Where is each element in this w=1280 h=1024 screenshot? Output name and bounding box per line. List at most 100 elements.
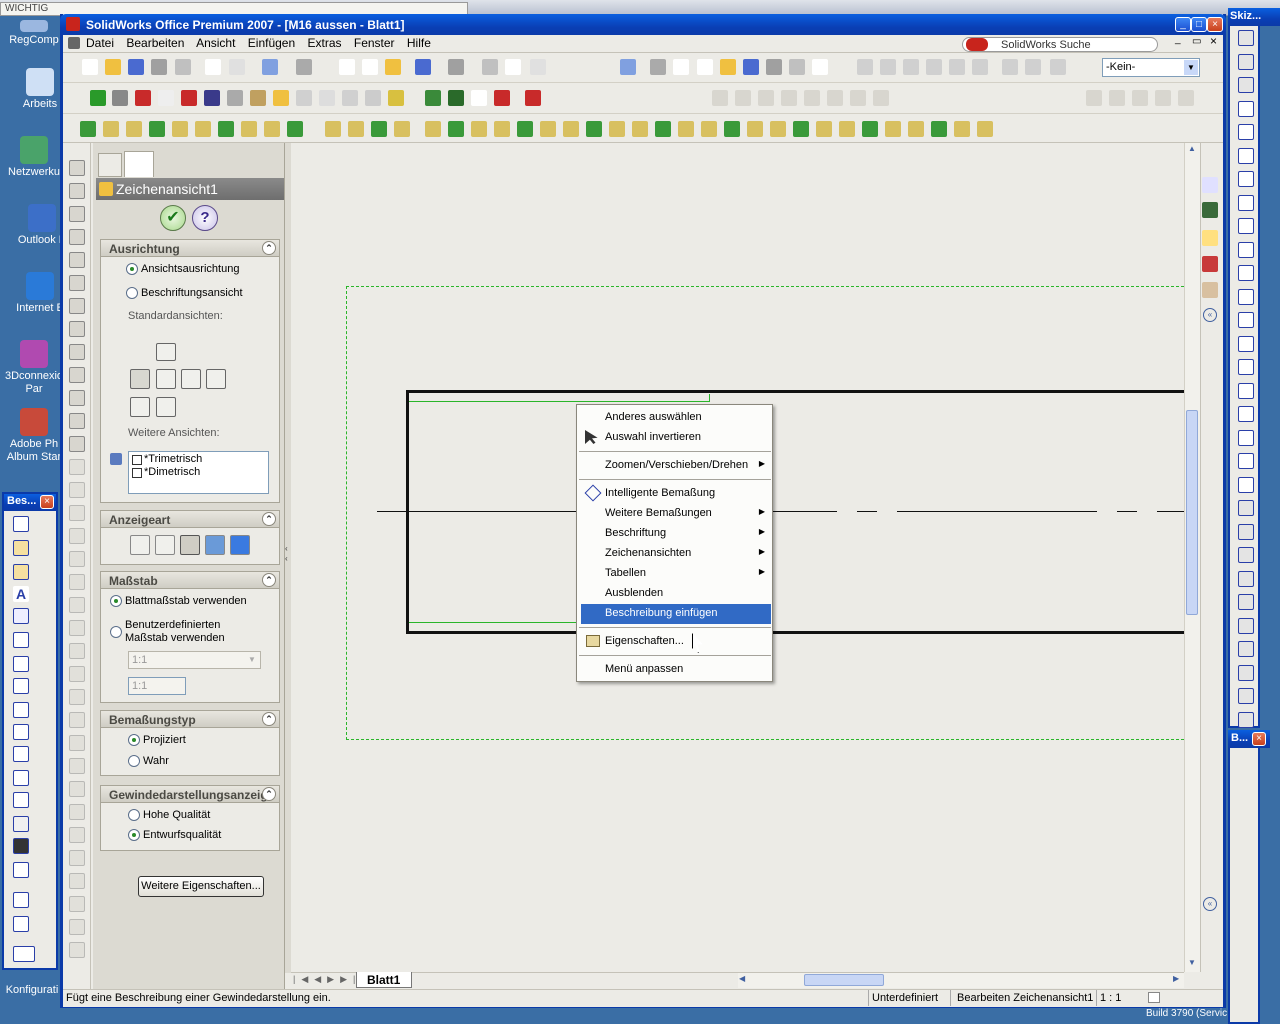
drawing-tool-icon[interactable] [250,90,266,106]
scale-select[interactable]: 1:1 ▼ [128,651,261,669]
radio-beschriftungsansicht[interactable] [126,287,138,299]
annotation-tool-icon[interactable] [827,90,843,106]
help-button[interactable]: ? [192,205,218,231]
note-text-icon[interactable]: A [13,586,29,602]
doc-close-button[interactable]: × [1210,34,1217,48]
drawing-command-icon[interactable] [69,942,85,958]
sketch-toolbar-titlebar[interactable]: Skiz... [1228,8,1280,26]
drawing-command-icon[interactable] [69,804,85,820]
circle-icon[interactable] [1238,148,1254,164]
drawing-tool-icon[interactable] [448,90,464,106]
menu-item-menue-anpassen[interactable]: Menü anpassen [581,660,771,680]
scale-icon[interactable] [1238,688,1254,704]
radio-benutzerdefiniert[interactable] [110,626,122,638]
collapse-pane-bottom-icon[interactable]: « [1203,897,1217,911]
print-icon[interactable] [812,59,828,75]
sketch-tool-icon[interactable] [103,121,119,137]
drawing-tool-icon[interactable] [494,90,510,106]
collapse-icon[interactable]: ⌃ [262,712,276,726]
save-icon[interactable] [128,59,144,75]
drawing-tool-icon[interactable] [319,90,335,106]
view-tool-icon[interactable] [949,59,965,75]
scroll-down-icon[interactable]: ▼ [1185,958,1199,972]
sketch-tool-icon[interactable] [563,121,579,137]
selection-filter-icon[interactable] [296,59,312,75]
save-icon[interactable] [789,59,805,75]
sketch-tool-icon[interactable] [908,121,924,137]
radio-projiziert[interactable] [128,734,140,746]
menu-item-zeichenansichten[interactable]: Zeichenansichten ▶ [581,544,771,564]
annotation-tool-icon[interactable] [781,90,797,106]
hidden-lines-visible-icon[interactable] [155,535,175,555]
annotation-tool-icon[interactable] [850,90,866,106]
collapse-icon[interactable]: ⌃ [262,573,276,587]
window-titlebar[interactable]: SolidWorks Office Premium 2007 - [M16 au… [60,14,1226,36]
section-anzeigeart-header[interactable]: Anzeigeart ⌃ [100,510,280,528]
convert-entities-icon[interactable] [1238,571,1254,587]
view-top-icon[interactable] [130,369,150,389]
drawing-command-icon[interactable] [69,689,85,705]
rebuild-icon[interactable] [339,59,355,75]
annotation-tool-icon[interactable] [873,90,889,106]
collapse-icon[interactable]: ⌃ [262,512,276,526]
drawing-command-icon[interactable] [69,459,85,475]
drawing-command-icon[interactable] [69,367,85,383]
drawing-command-icon[interactable] [69,390,85,406]
drawing-tool-icon[interactable] [525,90,541,106]
minimize-button[interactable]: _ [1175,17,1191,32]
print-icon[interactable] [151,59,167,75]
view-right-icon[interactable] [206,369,226,389]
drawing-tool-icon[interactable] [388,90,404,106]
rotate-icon[interactable] [650,59,666,75]
solidworks-search[interactable]: SolidWorks Suche [962,37,1158,52]
collapse-pane-icon[interactable]: « [1203,308,1217,322]
dimension-toolbar-close-button[interactable]: × [1252,732,1266,746]
open-icon[interactable] [766,59,782,75]
sketch-tool-icon[interactable] [149,121,165,137]
help-icon[interactable] [415,59,431,75]
relations-icon[interactable] [1238,524,1254,540]
sketch-tool-icon[interactable] [325,121,341,137]
drawing-command-icon[interactable] [69,666,85,682]
menu-bearbeiten[interactable]: Bearbeiten [126,36,184,50]
drawing-tool-icon[interactable] [342,90,358,106]
select-icon[interactable] [262,59,278,75]
dimension-tool-2-icon[interactable] [13,564,29,580]
sketch-tool-icon[interactable] [241,121,257,137]
drawing-command-icon[interactable] [69,275,85,291]
centerline-icon[interactable] [13,916,29,932]
sketch-tool-icon[interactable] [80,121,96,137]
drawing-tool-icon[interactable] [227,90,243,106]
circular-pattern-icon[interactable] [1238,406,1254,422]
radio-ansichtsausrichtung[interactable] [126,263,138,275]
trim-icon[interactable] [1238,430,1254,446]
drawing-tool-icon[interactable] [158,90,174,106]
zoom-area-icon[interactable] [505,59,521,75]
sketch-tool-icon[interactable] [287,121,303,137]
hole-callout-icon[interactable] [13,792,29,808]
table-icon[interactable] [13,946,35,962]
display-style-icon[interactable] [720,59,736,75]
drawing-command-icon[interactable] [69,873,85,889]
drawing-tool-icon[interactable] [112,90,128,106]
scroll-left-icon[interactable]: ◀ [739,974,745,983]
annotation-tool-icon[interactable] [712,90,728,106]
annotation-tool-icon[interactable] [1132,90,1148,106]
sketch-tool-icon[interactable] [394,121,410,137]
horizontal-scroll-thumb[interactable] [804,974,884,986]
doc-restore-button[interactable]: ▭ [1192,36,1201,47]
menu-item-beschreibung-einfuegen[interactable]: Beschreibung einfügen [581,604,771,624]
drawing-command-icon[interactable] [69,758,85,774]
linear-pattern-icon[interactable] [1238,383,1254,399]
view-tool-icon[interactable] [903,59,919,75]
rotate-icon[interactable] [1238,665,1254,681]
sketch-tool-icon[interactable] [954,121,970,137]
tangent-arc-icon[interactable] [1238,218,1254,234]
smart-dimension-icon[interactable] [1238,54,1254,70]
view-orientation-icon[interactable] [697,59,713,75]
redo-icon[interactable] [229,59,245,75]
sketch-tool-icon[interactable] [371,121,387,137]
spell-check-icon[interactable] [13,608,29,624]
radio-hohe-qualitaet[interactable] [128,809,140,821]
extend-icon[interactable] [1238,453,1254,469]
